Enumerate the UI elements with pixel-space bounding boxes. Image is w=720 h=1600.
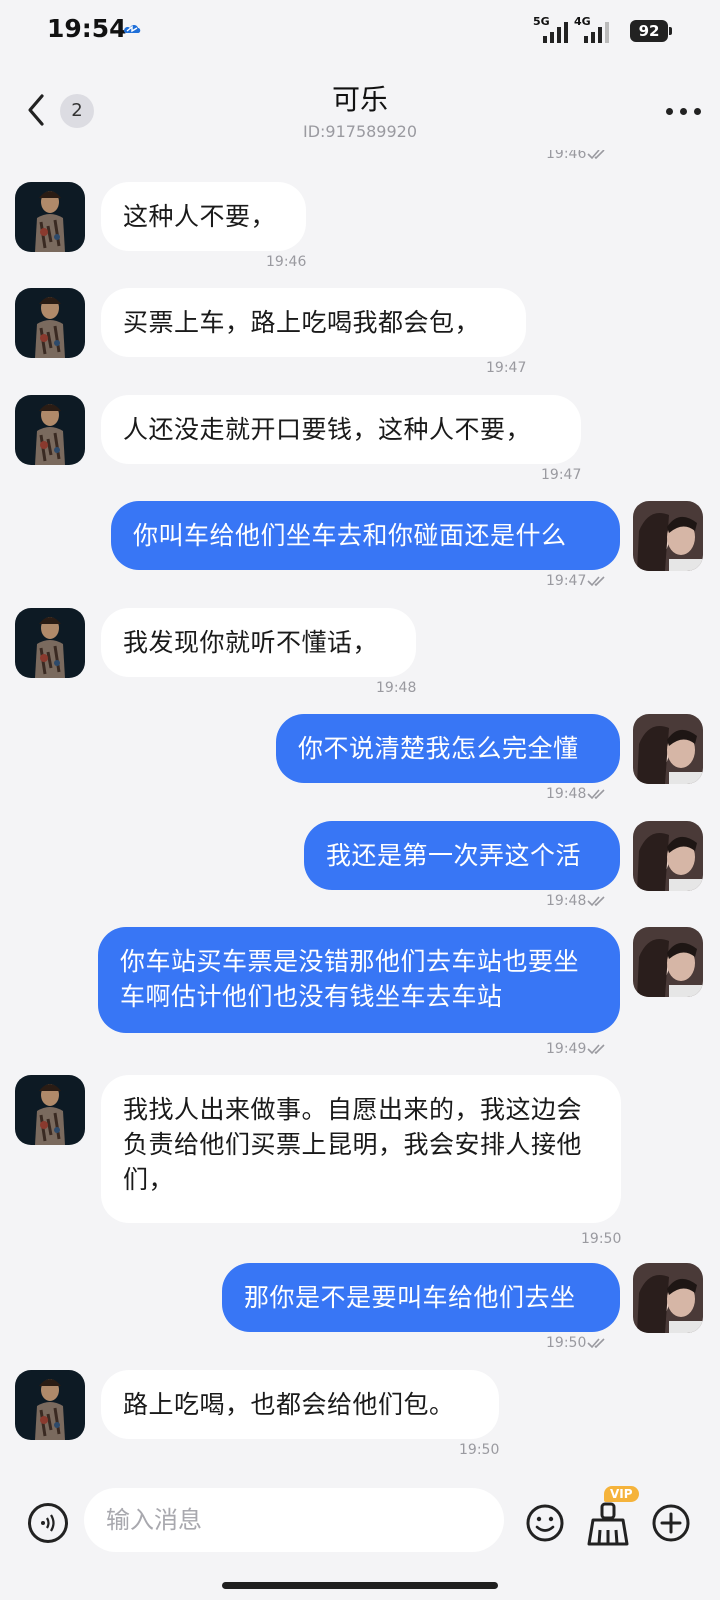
voice-icon: [41, 1514, 55, 1532]
my-avatar[interactable]: [633, 714, 703, 784]
message-timestamp: 19:49: [546, 1041, 607, 1057]
double-check-icon: [587, 789, 605, 800]
message-timestamp: 19:50: [546, 1335, 607, 1351]
contact-avatar[interactable]: [15, 1370, 85, 1440]
message-timestamp: 19:50: [459, 1442, 500, 1458]
voice-input-button[interactable]: [28, 1503, 68, 1543]
contact-avatar[interactable]: [15, 1075, 85, 1145]
message-timestamp: 19:48: [376, 680, 417, 696]
message-bubble[interactable]: 人还没走就开口要钱，这种人不要，: [101, 395, 581, 464]
message-timestamp: 19:46: [546, 150, 607, 162]
message-bubble[interactable]: 这种人不要，: [101, 182, 306, 251]
battery-level: 92: [630, 20, 668, 42]
vip-badge: VIP: [604, 1486, 639, 1502]
broom-icon: [587, 1502, 629, 1546]
message-timestamp: 19:48: [546, 786, 607, 802]
contact-avatar[interactable]: [15, 288, 85, 358]
message-list[interactable]: 19:46 这种人不要， 19:46 买票上车，路上吃喝我都会包， 19:47 人还没走…: [0, 150, 720, 1478]
contact-id: ID:917589920: [302, 122, 418, 141]
message-timestamp: 19:47: [541, 467, 582, 483]
double-check-icon: [587, 1044, 605, 1055]
message-timestamp: 19:47: [486, 360, 527, 376]
double-check-icon: [587, 896, 605, 907]
battery-icon: [669, 27, 672, 35]
more-actions-button[interactable]: [651, 1503, 691, 1543]
message-bubble[interactable]: 我找人出来做事。自愿出来的，我这边会负责给他们买票上昆明，我会安排人接他们，: [101, 1075, 621, 1223]
double-check-icon: [587, 576, 605, 587]
my-avatar[interactable]: [633, 927, 703, 997]
status-bar: 19:54 5G 4G 92: [0, 0, 720, 62]
message-bubble[interactable]: 买票上车，路上吃喝我都会包，: [101, 288, 526, 357]
input-bar: VIP: [0, 1478, 720, 1568]
message-bubble[interactable]: 你不说清楚我怎么完全懂: [276, 714, 620, 783]
plus-icon: [652, 1504, 690, 1542]
more-dot-icon: [666, 108, 673, 115]
message-input[interactable]: [84, 1488, 504, 1552]
double-check-icon: [587, 1338, 605, 1349]
status-time: 19:54: [47, 14, 127, 43]
clean-chat-button[interactable]: [585, 1498, 631, 1548]
contact-avatar[interactable]: [15, 395, 85, 465]
emoji-button[interactable]: [525, 1503, 565, 1543]
contact-avatar[interactable]: [15, 182, 85, 252]
message-bubble[interactable]: 路上吃喝，也都会给他们包。: [101, 1370, 499, 1439]
message-bubble[interactable]: 我还是第一次弄这个活: [304, 821, 620, 890]
contact-avatar[interactable]: [15, 608, 85, 678]
message-bubble[interactable]: 那你是不是要叫车给他们去坐: [222, 1263, 620, 1332]
message-bubble[interactable]: 我发现你就听不懂话，: [101, 608, 416, 677]
chat-header: 2 可乐 ID:917589920: [0, 62, 720, 150]
chat-title: 可乐: [331, 83, 388, 116]
my-avatar[interactable]: [633, 501, 703, 571]
message-timestamp: 19:47: [546, 573, 607, 589]
more-options-button[interactable]: [666, 104, 704, 118]
my-avatar[interactable]: [633, 821, 703, 891]
message-timestamp: 19:48: [546, 893, 607, 909]
double-check-icon: [587, 150, 605, 160]
message-bubble[interactable]: 你车站买车票是没错那他们去车站也要坐车啊估计他们也没有钱坐车去车站: [98, 927, 620, 1033]
emoji-icon: [526, 1504, 564, 1542]
cloud-notification-icon: [124, 25, 141, 33]
message-bubble[interactable]: 你叫车给他们坐车去和你碰面还是什么: [111, 501, 620, 570]
message-timestamp: 19:46: [266, 254, 307, 270]
message-timestamp: 19:50: [581, 1231, 622, 1247]
more-dot-icon: [680, 108, 687, 115]
my-avatar[interactable]: [633, 1263, 703, 1333]
more-dot-icon: [694, 108, 701, 115]
home-indicator[interactable]: [222, 1582, 498, 1589]
